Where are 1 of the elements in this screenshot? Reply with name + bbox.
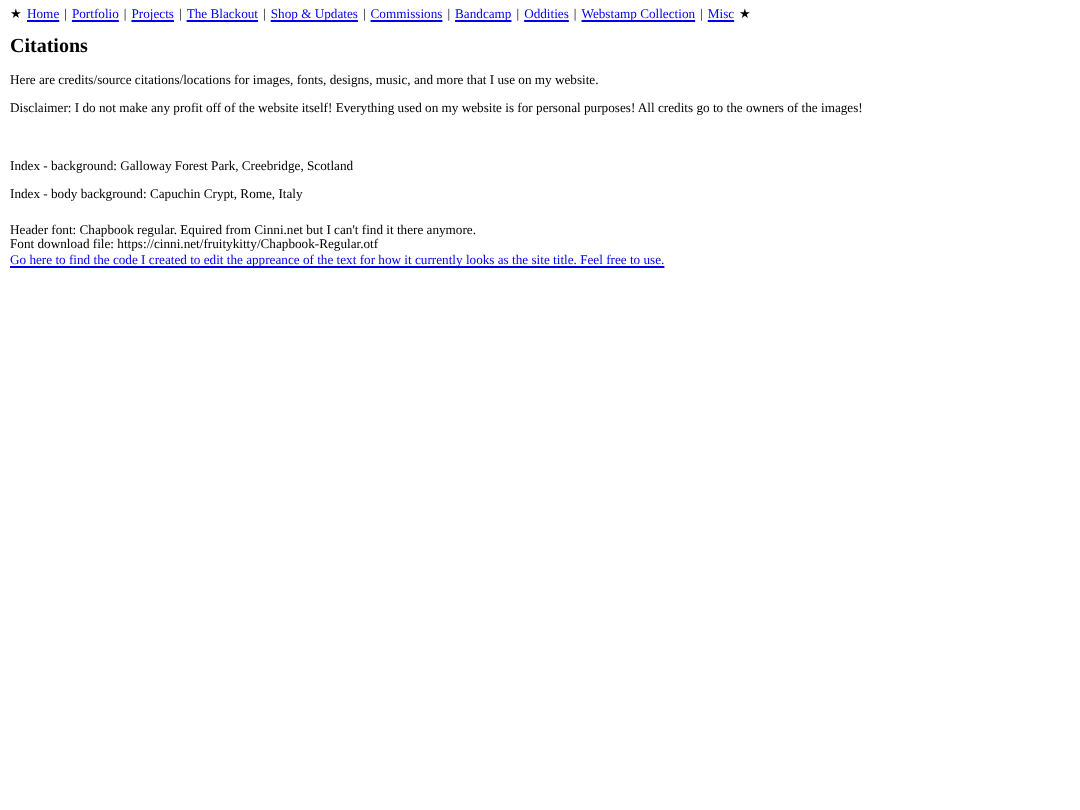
page-heading: Citations — [10, 35, 90, 60]
